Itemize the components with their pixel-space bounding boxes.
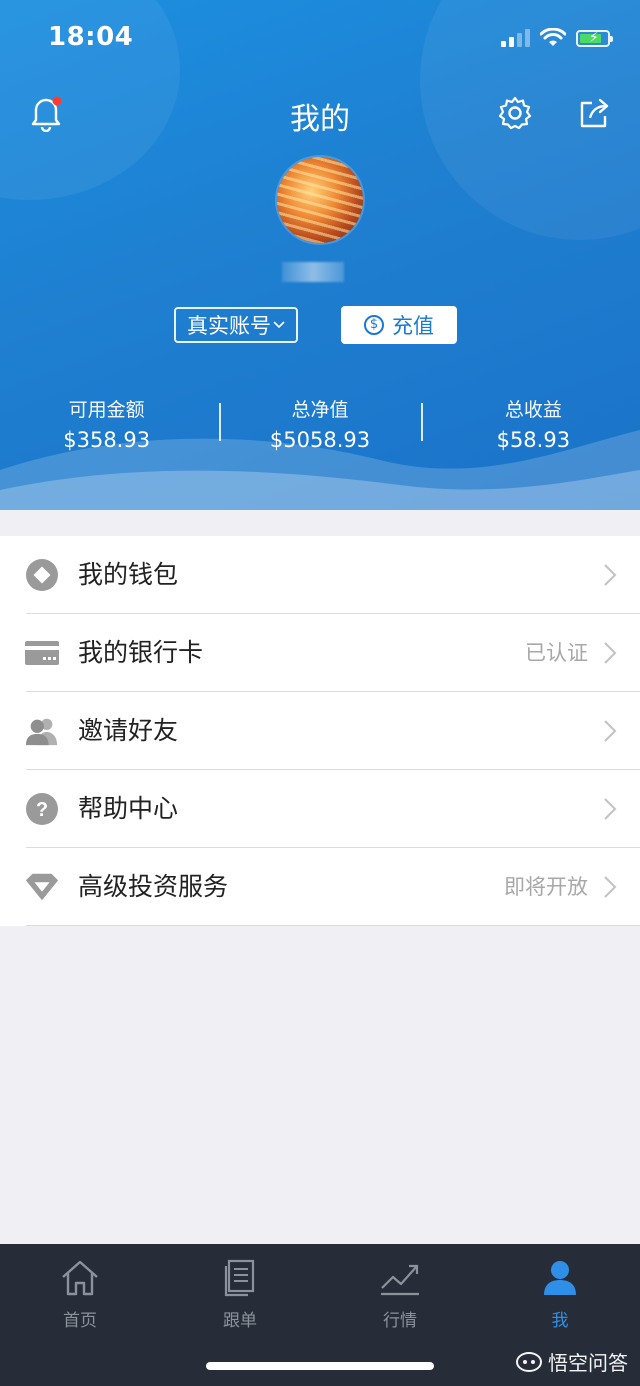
recharge-button[interactable]: $ 充值 xyxy=(341,306,457,344)
home-icon xyxy=(58,1258,102,1298)
menu-item-bank-card[interactable]: 我的银行卡 已认证 xyxy=(0,614,640,692)
chevron-right-icon xyxy=(604,720,617,742)
tab-label: 首页 xyxy=(63,1311,97,1331)
stat-value: $5058.93 xyxy=(269,428,371,452)
svg-text:?: ? xyxy=(36,799,48,821)
dollar-icon: $ xyxy=(364,315,384,335)
user-icon xyxy=(538,1258,582,1298)
chevron-right-icon xyxy=(604,642,617,664)
watermark: 悟空问答 xyxy=(516,1347,628,1376)
wallet-icon xyxy=(25,558,59,592)
users-icon xyxy=(25,714,59,748)
menu-label: 我的钱包 xyxy=(78,560,179,589)
menu-label: 帮助中心 xyxy=(78,794,179,823)
profile-header: 18:04 ⚡ 我的 真实账号 $ 充值 可用金额 $358.93 总净值 $5… xyxy=(0,0,640,510)
share-icon[interactable] xyxy=(574,93,614,133)
chevron-right-icon xyxy=(604,564,617,586)
chevron-right-icon xyxy=(604,798,617,820)
menu-item-wallet[interactable]: 我的钱包 xyxy=(0,536,640,614)
tab-label: 跟单 xyxy=(223,1311,257,1331)
tab-label: 行情 xyxy=(383,1311,417,1331)
menu-status: 已认证 xyxy=(525,641,588,665)
tab-label: 我 xyxy=(551,1311,569,1331)
menu-item-invite-friends[interactable]: 邀请好友 xyxy=(0,692,640,770)
settings-gear-icon[interactable] xyxy=(495,93,535,133)
menu-status: 即将开放 xyxy=(504,875,588,899)
menu-item-premium-service[interactable]: 高级投资服务 即将开放 xyxy=(0,848,640,926)
help-icon: ? xyxy=(25,792,59,826)
account-stats: 可用金额 $358.93 总净值 $5058.93 总收益 $58.93 xyxy=(0,395,640,452)
stat-value: $358.93 xyxy=(63,428,151,452)
stat-label: 总净值 xyxy=(291,399,349,421)
bank-card-icon xyxy=(25,636,59,670)
menu-label: 高级投资服务 xyxy=(78,872,229,901)
stat-available: 可用金额 $358.93 xyxy=(0,395,213,452)
menu-item-help-center[interactable]: ? 帮助中心 xyxy=(0,770,640,848)
stat-divider xyxy=(420,403,423,441)
page-title: 我的 xyxy=(290,102,350,137)
menu-label: 我的银行卡 xyxy=(78,638,204,667)
recharge-label: 充值 xyxy=(392,314,434,338)
stat-value: $58.93 xyxy=(496,428,571,452)
status-time: 18:04 xyxy=(48,22,134,52)
watermark-logo-icon xyxy=(516,1351,542,1372)
stat-net-value: 总净值 $5058.93 xyxy=(213,395,426,452)
account-type-dropdown[interactable]: 真实账号 xyxy=(174,307,298,343)
status-icons: ⚡ xyxy=(501,28,613,48)
trend-chart-icon xyxy=(378,1258,422,1298)
username-redacted xyxy=(282,262,344,282)
signal-icon xyxy=(501,29,530,47)
stat-total-profit: 总收益 $58.93 xyxy=(427,395,640,452)
stat-label: 总收益 xyxy=(504,399,562,421)
document-icon xyxy=(218,1258,262,1298)
tab-home[interactable]: 首页 xyxy=(0,1244,160,1386)
chevron-right-icon xyxy=(604,876,617,898)
diamond-icon xyxy=(25,870,59,904)
settings-menu: 我的钱包 我的银行卡 已认证 邀请好友 ? 帮助中心 高级投资服务 即将开放 xyxy=(0,536,640,926)
account-type-label: 真实账号 xyxy=(187,314,271,338)
watermark-text: 悟空问答 xyxy=(548,1351,628,1375)
menu-label: 邀请好友 xyxy=(78,716,179,745)
wifi-icon xyxy=(540,28,566,46)
chevron-down-icon xyxy=(273,321,285,329)
avatar[interactable] xyxy=(277,157,363,243)
battery-icon: ⚡ xyxy=(576,29,613,47)
stat-label: 可用金额 xyxy=(68,399,145,421)
home-indicator xyxy=(206,1362,434,1370)
